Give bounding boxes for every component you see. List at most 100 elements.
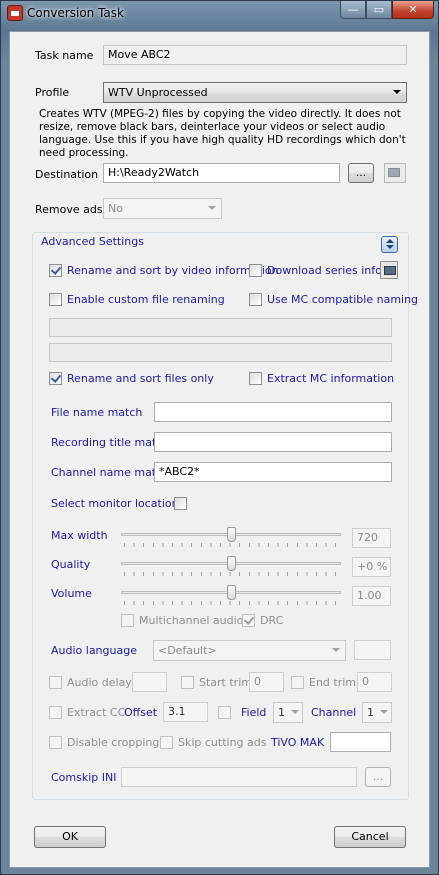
offset-label: Offset bbox=[124, 706, 158, 719]
multichannel-audio-label[interactable]: Multichannel audio bbox=[139, 614, 243, 627]
series-info-settings-icon[interactable] bbox=[380, 261, 398, 279]
channel-select[interactable]: 1 bbox=[362, 702, 392, 723]
maximize-button[interactable]: ▭ bbox=[366, 1, 392, 19]
remove-ads-select[interactable]: No bbox=[103, 198, 222, 219]
slider-ticks bbox=[124, 543, 340, 547]
audio-language-label: Audio language bbox=[51, 644, 137, 657]
skip-cutting-ads-label[interactable]: Skip cutting ads bbox=[178, 736, 267, 749]
audio-language-select[interactable]: <Default> bbox=[153, 640, 346, 661]
remove-ads-value: No bbox=[108, 202, 123, 215]
drc-checkbox[interactable] bbox=[242, 614, 255, 627]
file-name-match-field[interactable] bbox=[154, 402, 392, 422]
field-select[interactable]: 1 bbox=[273, 702, 303, 723]
audio-language-extra-field[interactable] bbox=[354, 640, 391, 660]
volume-value: 1.00 bbox=[352, 586, 391, 606]
task-name-label: Task name bbox=[35, 49, 94, 62]
volume-label: Volume bbox=[51, 587, 92, 600]
profile-select[interactable]: WTV Unprocessed bbox=[103, 82, 407, 103]
quality-slider-thumb[interactable] bbox=[226, 556, 236, 571]
comskip-ini-browse-button[interactable]: ... bbox=[365, 767, 391, 787]
offset-field[interactable]: 3.1 bbox=[163, 702, 208, 722]
tivo-mak-label: TiVO MAK bbox=[271, 736, 325, 749]
start-trim-field[interactable]: 0 bbox=[249, 672, 284, 692]
task-name-field[interactable]: Move ABC2 bbox=[103, 45, 407, 65]
remove-ads-label: Remove ads bbox=[35, 203, 103, 216]
network-folder-icon[interactable] bbox=[384, 163, 406, 183]
app-icon bbox=[7, 5, 23, 21]
audio-delay-field[interactable] bbox=[132, 672, 167, 692]
select-monitor-locations-checkbox[interactable] bbox=[174, 497, 187, 510]
custom-file-renaming-label[interactable]: Enable custom file renaming bbox=[67, 293, 225, 306]
download-series-info-label[interactable]: Download series info bbox=[267, 264, 382, 277]
disable-cropping-label[interactable]: Disable cropping bbox=[67, 736, 159, 749]
comskip-ini-field[interactable] bbox=[121, 767, 357, 787]
channel-name-match-field[interactable]: *ABC2* bbox=[154, 462, 392, 482]
download-series-info-checkbox[interactable] bbox=[249, 264, 262, 277]
drc-label[interactable]: DRC bbox=[260, 614, 283, 627]
chevron-down-icon bbox=[393, 90, 401, 94]
channel-name-match-label: Channel name match bbox=[51, 466, 170, 479]
custom-renaming-pattern-field[interactable] bbox=[49, 318, 392, 337]
start-trim-checkbox[interactable] bbox=[181, 676, 194, 689]
multichannel-audio-checkbox[interactable] bbox=[121, 614, 134, 627]
extract-mc-information-label[interactable]: Extract MC information bbox=[267, 372, 394, 385]
chevron-down-icon bbox=[332, 648, 340, 652]
skip-cutting-ads-checkbox[interactable] bbox=[160, 736, 173, 749]
close-button[interactable]: ✕ bbox=[392, 1, 434, 19]
mc-compatible-naming-checkbox[interactable] bbox=[249, 293, 262, 306]
destination-field[interactable]: H:\Ready2Watch bbox=[103, 163, 340, 183]
quality-slider[interactable] bbox=[121, 556, 341, 571]
quality-label: Quality bbox=[51, 558, 91, 571]
quality-value: +0 % bbox=[352, 557, 391, 577]
comskip-ini-label: Comskip INI bbox=[51, 771, 117, 784]
disable-cropping-checkbox[interactable] bbox=[49, 736, 62, 749]
minimize-button[interactable]: — bbox=[340, 1, 366, 19]
start-trim-label[interactable]: Start trim bbox=[199, 676, 252, 689]
dialog-body: Task name Move ABC2 Profile WTV Unproces… bbox=[9, 31, 430, 868]
rename-sort-files-only-label[interactable]: Rename and sort files only bbox=[67, 372, 214, 385]
profile-description: Creates WTV (MPEG-2) files by copying th… bbox=[39, 108, 406, 159]
extract-cc-checkbox[interactable] bbox=[49, 706, 62, 719]
extract-mc-information-checkbox[interactable] bbox=[249, 372, 262, 385]
end-trim-field[interactable]: 0 bbox=[357, 672, 392, 692]
mc-compatible-naming-label[interactable]: Use MC compatible naming bbox=[267, 293, 418, 306]
collapse-toggle-icon[interactable] bbox=[381, 236, 398, 253]
chevron-down-icon bbox=[291, 710, 299, 714]
select-monitor-locations-label[interactable]: Select monitor locations bbox=[51, 497, 184, 510]
end-trim-label[interactable]: End trim bbox=[309, 676, 356, 689]
max-width-slider-thumb[interactable] bbox=[226, 527, 236, 542]
extract-cc-label[interactable]: Extract CC bbox=[67, 706, 125, 719]
volume-slider-thumb[interactable] bbox=[226, 585, 236, 600]
recording-title-match-field[interactable] bbox=[154, 432, 392, 452]
audio-delay-label[interactable]: Audio delay bbox=[67, 676, 132, 689]
file-name-match-label: File name match bbox=[51, 406, 143, 419]
profile-label: Profile bbox=[35, 86, 70, 99]
volume-slider[interactable] bbox=[121, 585, 341, 600]
max-width-slider[interactable] bbox=[121, 527, 341, 542]
custom-file-renaming-checkbox[interactable] bbox=[49, 293, 62, 306]
slider-ticks bbox=[124, 601, 340, 605]
ok-button[interactable]: OK bbox=[34, 826, 106, 848]
destination-browse-button[interactable]: ... bbox=[348, 163, 374, 183]
advanced-settings-title: Advanced Settings bbox=[38, 235, 147, 248]
chevron-down-icon bbox=[380, 710, 388, 714]
field-label: Field bbox=[241, 706, 267, 719]
audio-delay-checkbox[interactable] bbox=[49, 676, 62, 689]
destination-label: Destination bbox=[35, 168, 99, 181]
field-checkbox[interactable] bbox=[218, 706, 231, 719]
title-bar[interactable]: Conversion Task — ▭ ✕ bbox=[1, 1, 438, 25]
end-trim-checkbox[interactable] bbox=[291, 676, 304, 689]
channel-select-value: 1 bbox=[367, 706, 374, 719]
chevron-down-icon bbox=[208, 206, 216, 210]
cancel-button[interactable]: Cancel bbox=[334, 826, 406, 848]
rename-sort-files-only-checkbox[interactable] bbox=[49, 372, 62, 385]
audio-language-value: <Default> bbox=[158, 644, 217, 657]
max-width-label: Max width bbox=[51, 529, 108, 542]
slider-ticks bbox=[124, 572, 340, 576]
rename-sort-video-info-label[interactable]: Rename and sort by video information bbox=[67, 264, 279, 277]
window-title: Conversion Task bbox=[27, 6, 124, 20]
profile-select-value: WTV Unprocessed bbox=[108, 86, 208, 99]
rename-sort-video-info-checkbox[interactable] bbox=[49, 264, 62, 277]
tivo-mak-field[interactable] bbox=[330, 732, 391, 752]
max-width-value: 720 bbox=[352, 528, 391, 548]
